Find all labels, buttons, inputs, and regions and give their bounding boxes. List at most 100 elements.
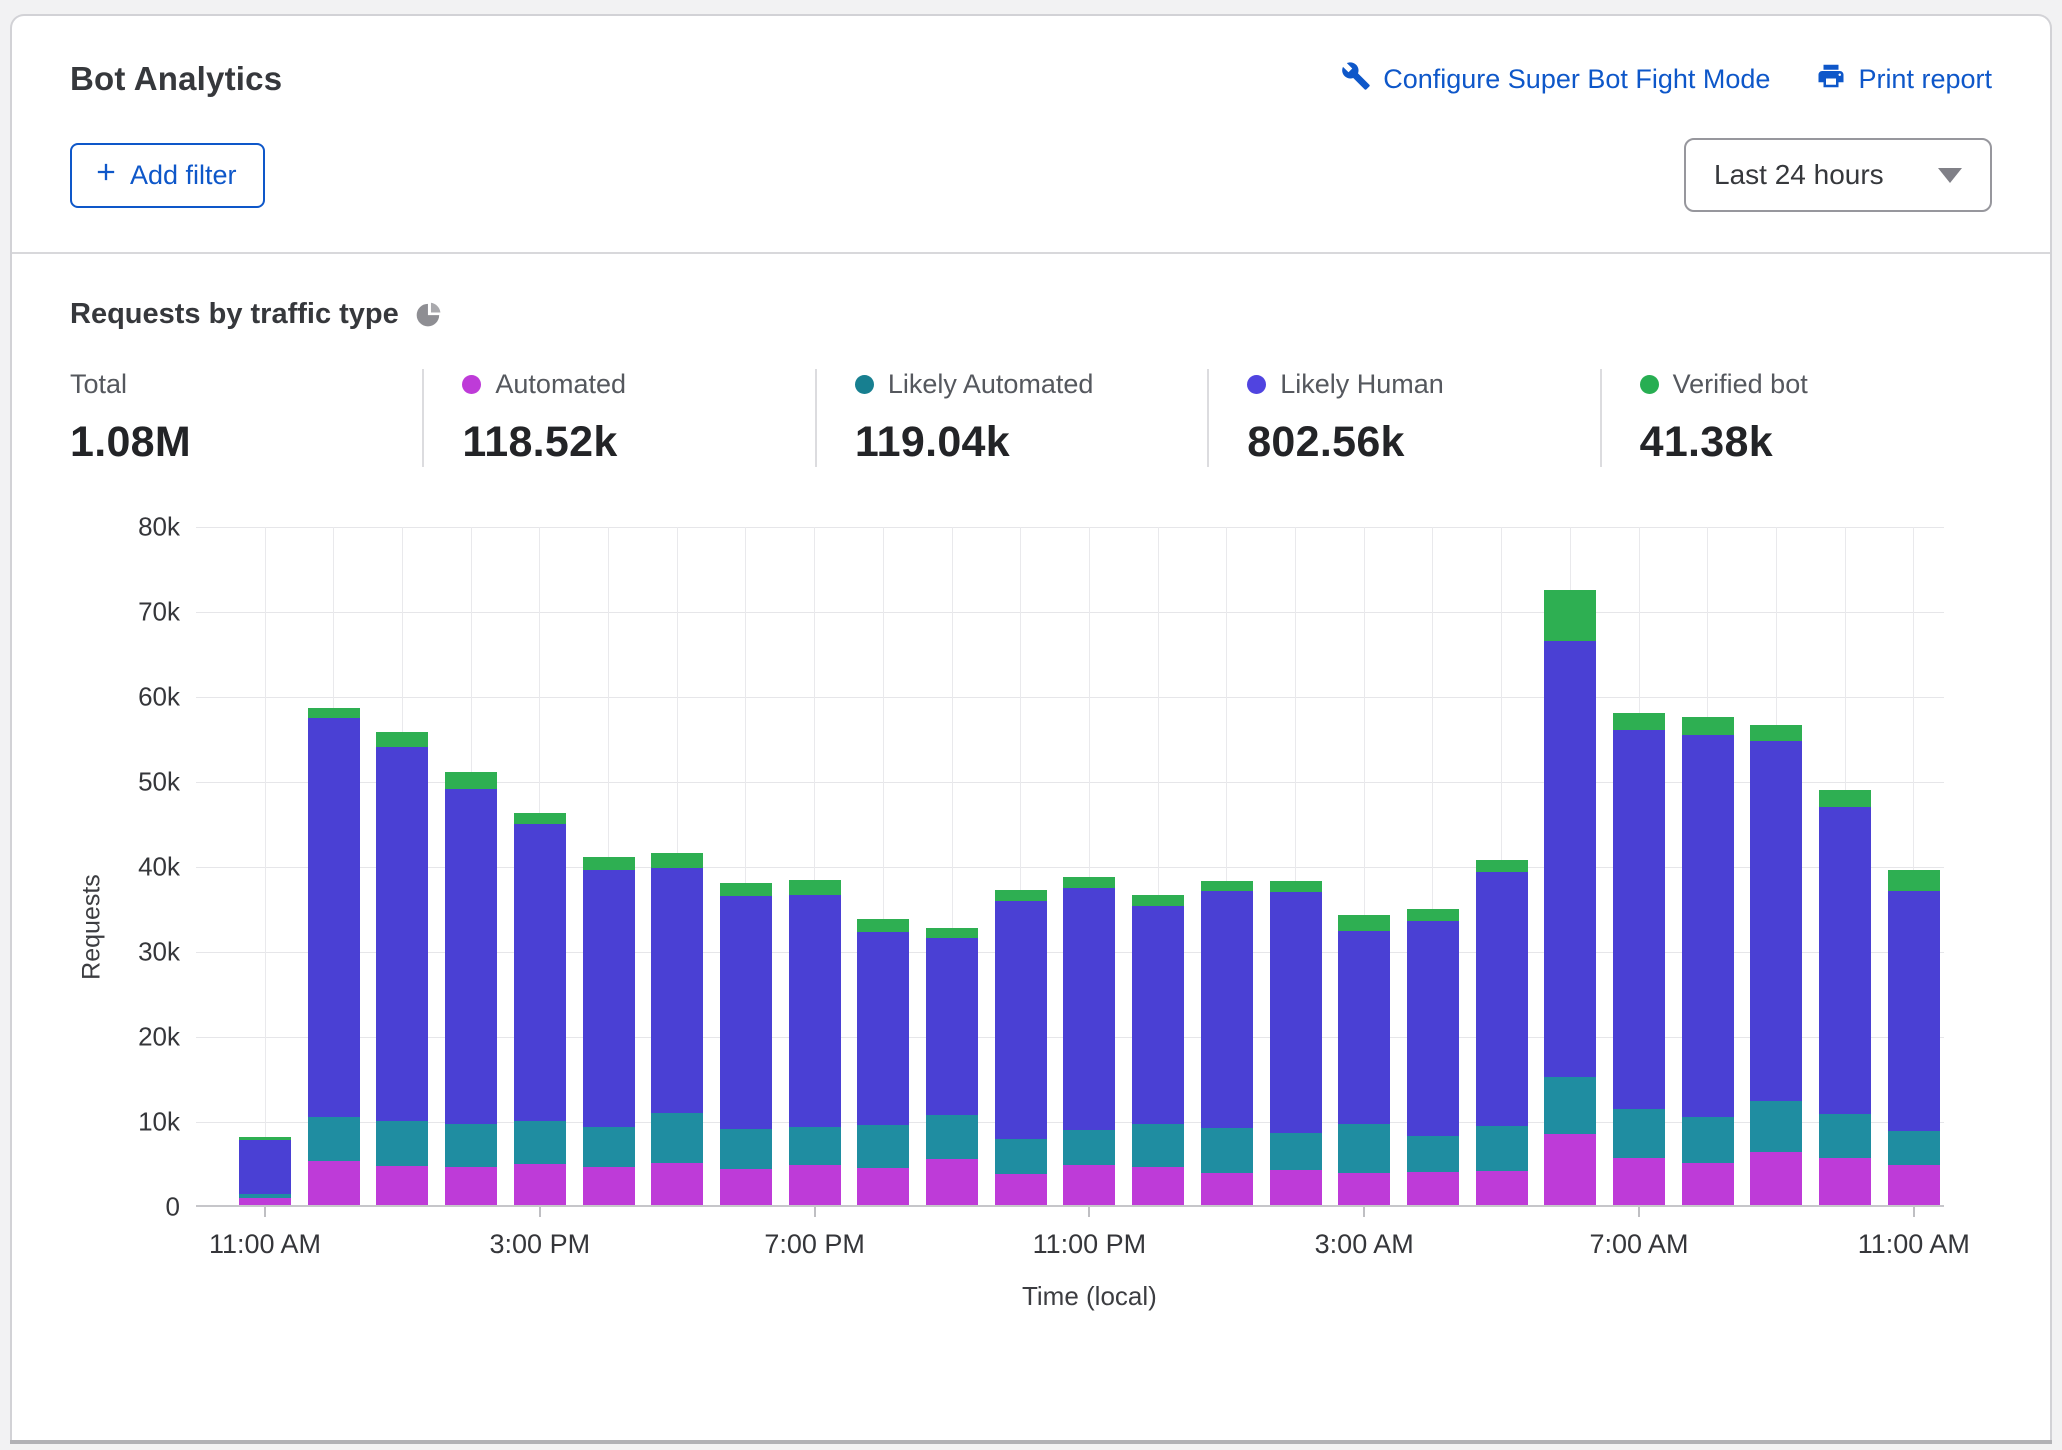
bar-segment-verified-bot	[1682, 717, 1734, 735]
y-tick-label: 80k	[138, 512, 180, 543]
bar-segment-verified-bot	[1750, 725, 1802, 741]
x-tick-mark	[539, 1207, 541, 1217]
bar-segment-verified-bot	[1201, 881, 1253, 891]
bar-segment-automated	[720, 1169, 772, 1205]
header: Bot Analytics Configure Super Bot Fight …	[12, 16, 2050, 254]
bar-segment-likely-automated	[720, 1129, 772, 1170]
bar-7-00-am[interactable]	[1613, 713, 1665, 1205]
stat-verified-bot[interactable]: Verified bot 41.38k	[1600, 369, 1992, 467]
bar-segment-automated	[376, 1166, 428, 1205]
x-tick-label: 7:00 PM	[764, 1229, 865, 1260]
bar-segment-verified-bot	[445, 772, 497, 788]
bar-segment-likely-automated	[1682, 1117, 1734, 1163]
bar-8-00-am[interactable]	[1682, 717, 1734, 1205]
bar-segment-likely-automated	[514, 1121, 566, 1164]
bar-10-00-pm[interactable]	[995, 890, 1047, 1205]
bar-segment-verified-bot	[1819, 790, 1871, 807]
stat-value: 119.04k	[855, 418, 1207, 467]
bar-segment-likely-automated	[1544, 1077, 1596, 1134]
bar-segment-likely-automated	[926, 1115, 978, 1159]
bar-segment-automated	[1338, 1173, 1390, 1205]
y-tick-label: 20k	[138, 1022, 180, 1053]
bar-segment-automated	[1201, 1173, 1253, 1205]
bar-12-00-am[interactable]	[1132, 895, 1184, 1205]
bar-segment-likely-automated	[1888, 1131, 1940, 1165]
bar-1-00-am[interactable]	[1201, 881, 1253, 1205]
bottom-divider	[10, 1440, 2052, 1444]
bar-segment-automated	[1682, 1163, 1734, 1206]
bar-segment-likely-human	[1476, 872, 1528, 1126]
bar-segment-likely-automated	[308, 1117, 360, 1161]
bar-6-00-am[interactable]	[1544, 590, 1596, 1205]
section-title: Requests by traffic type	[70, 298, 399, 331]
bar-segment-likely-human	[1132, 906, 1184, 1124]
bar-2-00-am[interactable]	[1270, 881, 1322, 1205]
pie-chart-icon	[415, 301, 442, 328]
bar-12-00-pm[interactable]	[308, 708, 360, 1205]
bar-segment-likely-human	[1613, 730, 1665, 1109]
stat-value: 1.08M	[70, 418, 422, 467]
print-report-link[interactable]: Print report	[1816, 61, 1992, 98]
stat-value: 41.38k	[1640, 418, 1992, 467]
bar-segment-verified-bot	[1888, 870, 1940, 891]
plot-area	[196, 527, 1944, 1207]
bar-5-00-am[interactable]	[1476, 860, 1528, 1205]
bar-segment-likely-automated	[376, 1121, 428, 1166]
bar-3-00-am[interactable]	[1338, 915, 1390, 1205]
bar-segment-likely-human	[1407, 921, 1459, 1136]
plus-icon	[92, 158, 120, 193]
bar-segment-automated	[926, 1159, 978, 1205]
stat-likely-automated[interactable]: Likely Automated119.04k	[815, 369, 1207, 467]
bar-5-00-pm[interactable]	[651, 853, 703, 1205]
bar-segment-likely-human	[376, 747, 428, 1121]
bar-2-00-pm[interactable]	[445, 772, 497, 1205]
bar-segment-verified-bot	[789, 880, 841, 894]
x-tick-label: 11:00 AM	[1858, 1229, 1970, 1260]
bar-segment-likely-human	[1750, 741, 1802, 1101]
stat-label: Verified bot	[1673, 369, 1808, 400]
bar-7-00-pm[interactable]	[789, 880, 841, 1205]
bar-11-00-am[interactable]	[239, 1137, 291, 1205]
bar-3-00-pm[interactable]	[514, 813, 566, 1205]
bar-6-00-pm[interactable]	[720, 883, 772, 1205]
bar-10-00-am[interactable]	[1819, 790, 1871, 1205]
stat-total[interactable]: Total1.08M	[70, 369, 422, 467]
y-tick-label: 40k	[138, 852, 180, 883]
time-range-dropdown[interactable]: Last 24 hours	[1684, 138, 1992, 212]
bar-1-00-pm[interactable]	[376, 732, 428, 1205]
bar-segment-automated	[789, 1165, 841, 1205]
bar-segment-automated	[1613, 1158, 1665, 1205]
stat-likely-human[interactable]: Likely Human802.56k	[1207, 369, 1599, 467]
y-tick-label: 0	[166, 1192, 180, 1223]
printer-icon	[1816, 61, 1846, 98]
add-filter-button[interactable]: Add filter	[70, 143, 265, 208]
x-tick-label: 3:00 AM	[1315, 1229, 1414, 1260]
bar-segment-automated	[651, 1163, 703, 1205]
bar-segment-automated	[308, 1161, 360, 1205]
bar-9-00-pm[interactable]	[926, 928, 978, 1205]
configure-super-bot-fight-mode-link[interactable]: Configure Super Bot Fight Mode	[1341, 61, 1770, 98]
bar-segment-likely-human	[514, 824, 566, 1121]
bar-4-00-am[interactable]	[1407, 909, 1459, 1205]
bar-segment-automated	[1270, 1170, 1322, 1205]
bar-segment-likely-human	[1819, 807, 1871, 1114]
stat-automated[interactable]: Automated118.52k	[422, 369, 814, 467]
bar-segment-likely-human	[789, 895, 841, 1127]
requests-chart: Requests 010k20k30k40k50k60k70k80k Time …	[70, 527, 1992, 1327]
bar-8-00-pm[interactable]	[857, 919, 909, 1205]
bar-4-00-pm[interactable]	[583, 857, 635, 1205]
x-tick-mark	[814, 1207, 816, 1217]
bar-segment-verified-bot	[926, 928, 978, 938]
x-axis-title: Time (local)	[1022, 1281, 1157, 1312]
bar-11-00-pm[interactable]	[1063, 877, 1115, 1205]
bar-segment-automated	[1476, 1171, 1528, 1205]
bar-segment-verified-bot	[376, 732, 428, 746]
bar-9-00-am[interactable]	[1750, 725, 1802, 1205]
bar-11-00-am[interactable]	[1888, 870, 1940, 1205]
legend-dot	[1640, 375, 1659, 394]
bar-segment-automated	[445, 1167, 497, 1205]
bar-segment-verified-bot	[1132, 895, 1184, 906]
y-tick-label: 30k	[138, 937, 180, 968]
bar-segment-likely-automated	[1270, 1133, 1322, 1170]
bar-segment-likely-automated	[789, 1127, 841, 1165]
